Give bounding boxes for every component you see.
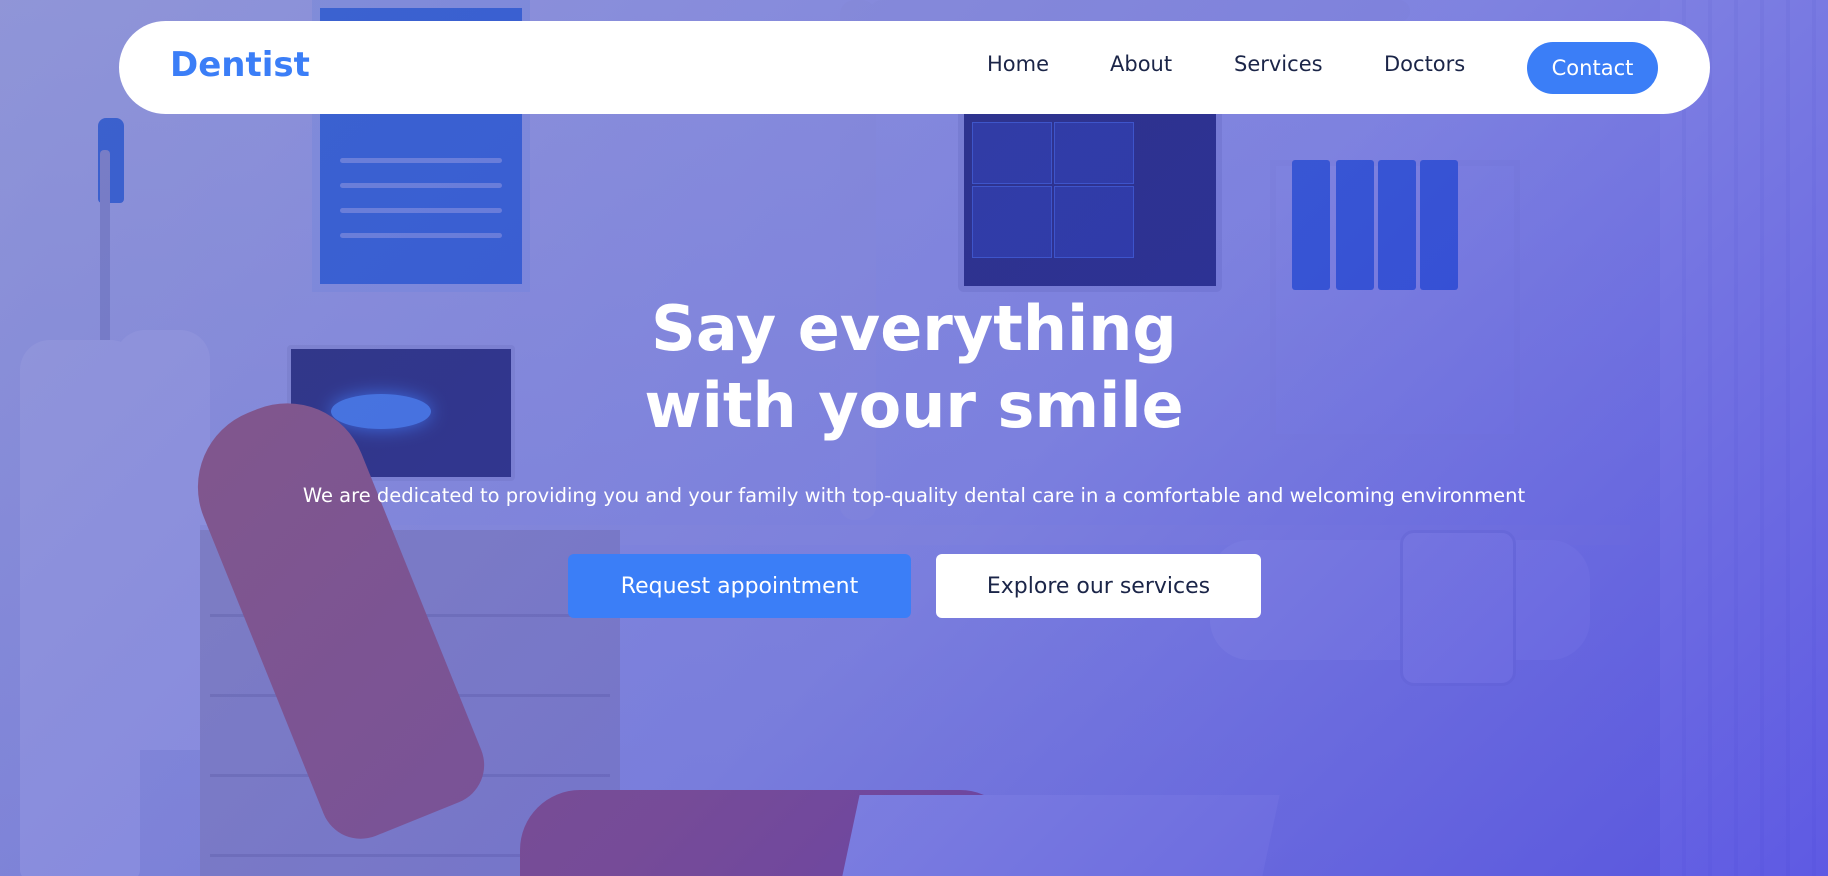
hero-headline-line-2: with your smile bbox=[644, 369, 1184, 442]
nav-link-doctors[interactable]: Doctors bbox=[1384, 52, 1465, 76]
hero-subtitle: We are dedicated to providing you and yo… bbox=[302, 484, 1526, 507]
contact-button[interactable]: Contact bbox=[1527, 42, 1658, 94]
hero-headline-line-1: Say everything bbox=[651, 292, 1177, 365]
request-appointment-button[interactable]: Request appointment bbox=[568, 554, 911, 618]
nav-link-about[interactable]: About bbox=[1110, 52, 1172, 76]
hero-headline: Say everything with your smile bbox=[0, 290, 1828, 444]
hero-section: Dentist Home About Services Doctors Cont… bbox=[0, 0, 1828, 876]
nav-link-services[interactable]: Services bbox=[1234, 52, 1323, 76]
brand-logo[interactable]: Dentist bbox=[170, 45, 310, 85]
nav-link-home[interactable]: Home bbox=[987, 52, 1049, 76]
explore-services-button[interactable]: Explore our services bbox=[936, 554, 1261, 618]
navbar: Dentist Home About Services Doctors Cont… bbox=[119, 21, 1710, 114]
